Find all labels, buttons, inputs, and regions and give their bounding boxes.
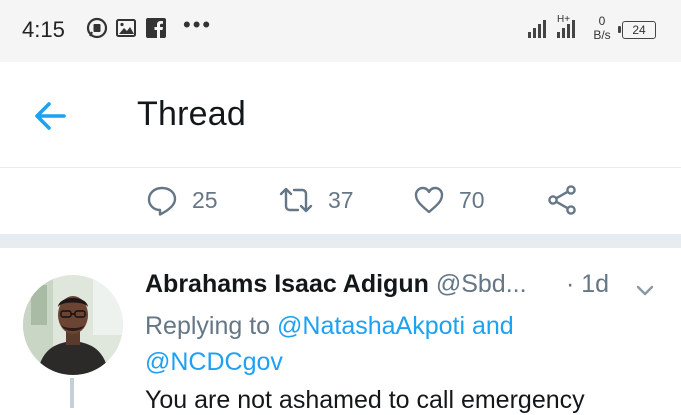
thread-connector-line — [70, 378, 74, 408]
share-button[interactable] — [547, 182, 579, 218]
author-name[interactable]: Abrahams Isaac Adigun — [145, 270, 429, 298]
gallery-icon — [115, 17, 137, 44]
like-button[interactable]: 70 — [413, 182, 485, 218]
tweet-header: Abrahams Isaac Adigun @Sbd... · 1d — [145, 270, 665, 304]
facebook-icon — [145, 17, 167, 44]
reply-tweet[interactable]: Abrahams Isaac Adigun @Sbd... · 1d Reply… — [0, 248, 681, 414]
network-speed: 0 B/s — [593, 14, 611, 42]
tweet-menu-button[interactable] — [635, 276, 655, 305]
status-bar: 4:15 ••• H+ 0 B/s 24 — [0, 0, 681, 62]
retweet-icon — [279, 187, 313, 213]
heart-icon — [414, 186, 444, 214]
mention-connector: and — [471, 312, 514, 340]
replying-to-label: Replying to — [145, 312, 271, 340]
top-bar: Thread — [0, 62, 681, 168]
back-button[interactable] — [30, 96, 70, 136]
more-notifications-icon: ••• — [183, 12, 213, 37]
chevron-down-icon — [636, 285, 654, 296]
reply-icon — [147, 186, 177, 216]
status-time: 4:15 — [22, 17, 65, 42]
battery-nub — [618, 26, 621, 33]
avatar[interactable] — [23, 275, 123, 375]
mention-link[interactable]: @NCDCgov — [145, 348, 283, 376]
whatsapp-icon — [86, 17, 108, 44]
signal-icon — [527, 14, 553, 45]
battery-indicator: 24 — [622, 21, 656, 39]
retweet-count: 37 — [328, 186, 354, 213]
avatar-image — [23, 275, 123, 375]
like-count: 70 — [459, 186, 485, 213]
tweet-action-bar: 25 37 70 — [0, 168, 681, 234]
share-icon — [548, 185, 576, 215]
signal-icon-2 — [556, 14, 582, 45]
reply-count: 25 — [192, 186, 218, 213]
tweet-text: You are not ashamed to call emergency — [145, 386, 585, 414]
author-handle[interactable]: @Sbd... — [436, 270, 527, 298]
tweet-time: · 1d — [566, 270, 610, 298]
page-title: Thread — [137, 95, 246, 133]
retweet-button[interactable]: 37 — [278, 182, 354, 218]
mention-link[interactable]: @NatashaAkpoti — [277, 312, 465, 340]
section-divider — [0, 234, 681, 248]
replying-to: Replying to @NatashaAkpoti and @NCDCgov — [145, 308, 585, 380]
back-arrow-icon — [35, 102, 66, 130]
reply-button[interactable]: 25 — [146, 182, 218, 218]
